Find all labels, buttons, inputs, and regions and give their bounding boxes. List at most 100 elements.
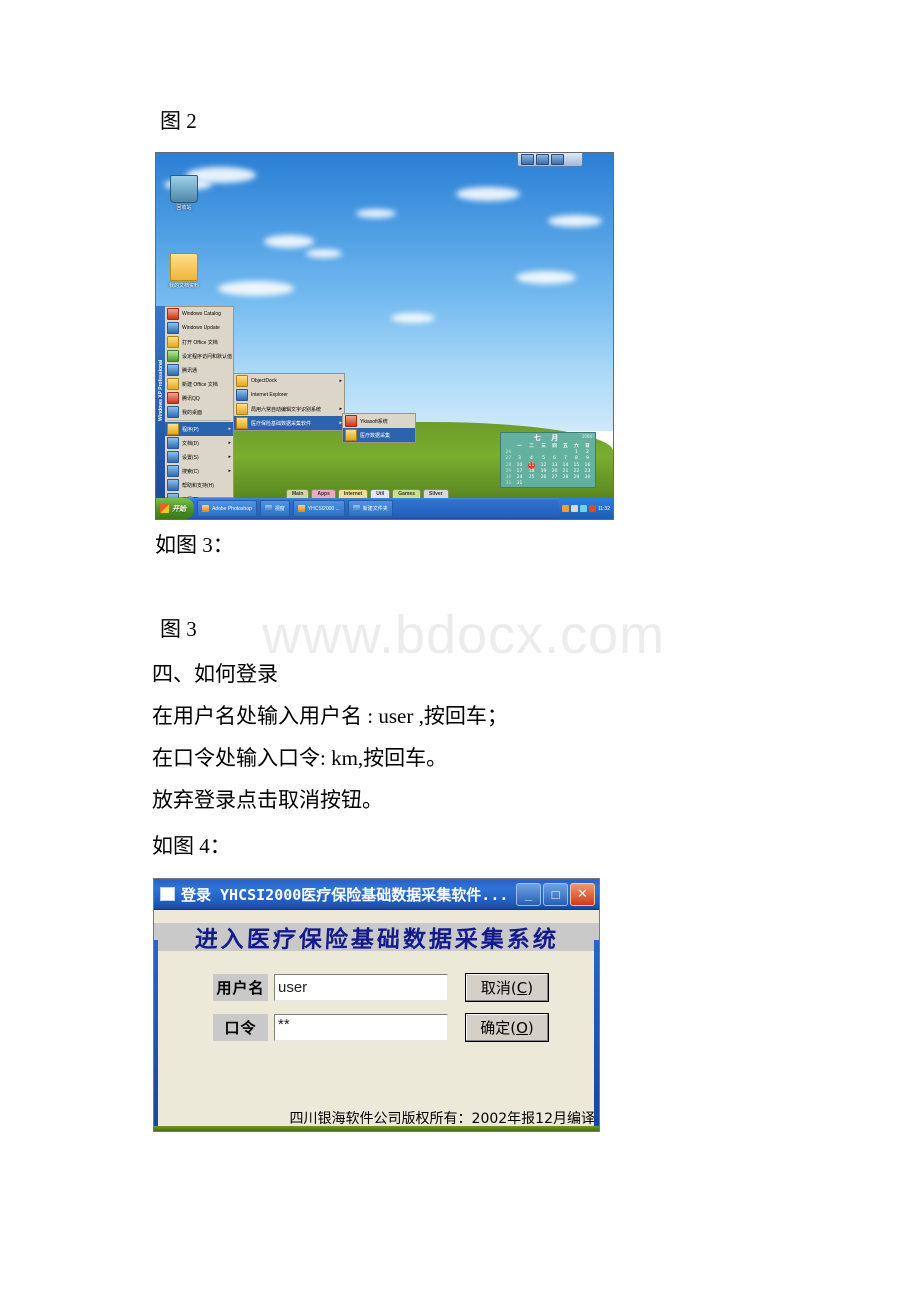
- menu-item-icon: [167, 322, 179, 334]
- start-menu-item-label: 腾讯通: [182, 367, 198, 374]
- password-input[interactable]: **: [274, 1014, 448, 1041]
- start-menu-item[interactable]: ObjectDock ▸: [234, 374, 344, 388]
- calendar-day-cell: 14: [562, 462, 569, 468]
- username-input[interactable]: user: [274, 974, 448, 1001]
- start-menu-item[interactable]: 文档(D) ▸: [165, 436, 233, 450]
- calendar-day-cell: [525, 481, 538, 487]
- toolbar-icon[interactable]: [536, 154, 549, 165]
- start-menu-item[interactable]: 腾讯QQ: [165, 391, 233, 405]
- confirm-button-label: 确定(: [480, 1019, 517, 1037]
- start-menu-item[interactable]: 新建 Office 文档: [165, 377, 233, 391]
- dialog-title-text: 登录 YHCSI2000医疗保险基础数据采集软件...: [181, 885, 509, 904]
- maximize-button[interactable]: □: [543, 882, 568, 906]
- cancel-button[interactable]: 取消(C): [465, 973, 549, 1002]
- minimize-button[interactable]: _: [516, 882, 541, 906]
- menu-item-icon: [167, 406, 179, 418]
- start-menu-item[interactable]: 腾讯通: [165, 363, 233, 377]
- calendar-day-cell: 16: [584, 462, 591, 468]
- cancel-button-tail: ): [527, 978, 534, 997]
- confirm-button[interactable]: 确定(O): [465, 1013, 549, 1042]
- desktop-icon-folder[interactable]: 我的文档资料: [162, 253, 206, 290]
- start-menu[interactable]: Windows XP Professional Windows Catalog W…: [156, 306, 234, 519]
- chevron-right-icon: ▸: [228, 454, 231, 460]
- start-menu-item[interactable]: 局用六常自动编辑文字识别系统 ▸: [234, 402, 344, 416]
- launcher-tab[interactable]: Games: [392, 489, 421, 498]
- menu-item-icon: [167, 451, 179, 463]
- start-menu-rail-label: Windows XP Professional: [158, 359, 164, 421]
- taskbar-clock[interactable]: 11:32: [598, 506, 610, 512]
- menu-item-icon: [167, 308, 179, 320]
- start-menu-item[interactable]: 打开 Office 文档: [165, 335, 233, 349]
- launcher-tab[interactable]: Internet: [337, 489, 369, 498]
- taskbar-button[interactable]: YHCSI2000 ...: [292, 500, 345, 517]
- calendar-today-marker: 11: [527, 462, 535, 469]
- taskbar: 开始 Adobe Photoshop 视窗 YHCSI2000 ... 新建文件夹 1…: [156, 498, 613, 519]
- calendar-week-row: 31 31: [503, 481, 593, 487]
- start-menu-item[interactable]: Windows Catalog: [165, 307, 233, 321]
- start-menu-item[interactable]: 程序(P) ▸: [165, 422, 233, 436]
- site-watermark: www.bdocx.com: [262, 605, 666, 665]
- system-tray[interactable]: 11:32: [558, 498, 613, 519]
- dialog-bottom-grass-strip: [154, 1126, 599, 1131]
- launcher-tab-strip[interactable]: Main Apps Internet Util Games Silver: [286, 489, 449, 498]
- start-menu-item[interactable]: Internet Explorer: [234, 388, 344, 402]
- launcher-tab[interactable]: Util: [370, 489, 391, 498]
- start-button[interactable]: 开始: [156, 498, 194, 519]
- start-menu-rail: Windows XP Professional: [156, 306, 165, 498]
- calendar-day-cell: [560, 481, 571, 487]
- start-button-label: 开始: [172, 505, 186, 513]
- dialog-title-bar[interactable]: 登录 YHCSI2000医疗保险基础数据采集软件... _ □ ✕: [154, 879, 599, 909]
- menu-item-icon: [167, 392, 179, 404]
- username-label: 用户名: [213, 974, 268, 1001]
- start-menu-item[interactable]: Windows Update: [165, 321, 233, 335]
- start-menu-item[interactable]: 医疗保险基础数据采集软件 ▸: [234, 416, 344, 430]
- toolbar-icon[interactable]: [551, 154, 564, 165]
- menu-item-icon: [167, 350, 179, 362]
- start-menu-item-label: 文档(D): [182, 440, 199, 447]
- start-menu-item[interactable]: 设置(S) ▸: [165, 450, 233, 464]
- start-menu-item[interactable]: 搜索(C) ▸: [165, 464, 233, 478]
- launcher-tab[interactable]: Main: [286, 489, 310, 498]
- cancel-button-accel: C: [516, 978, 528, 997]
- start-menu-item[interactable]: Ykiasoft系统: [343, 414, 415, 428]
- launcher-tab[interactable]: Apps: [311, 489, 336, 498]
- cloud-icon: [516, 271, 576, 284]
- start-submenu-collection-software[interactable]: Ykiasoft系统 医疗数据采集: [342, 413, 416, 443]
- desktop-icon-recycle-bin[interactable]: 回收站: [162, 175, 206, 212]
- calendar-day-cell: [549, 481, 560, 487]
- start-submenu-programs[interactable]: ObjectDock ▸ Internet Explorer 局用六常自动编辑文字识别…: [233, 373, 345, 431]
- password-label: 口令: [213, 1014, 268, 1041]
- calendar-gadget: 2004 七 月 一二三四五六日 26 1 2 27 3 4 5 6 7 8 9 28 10 11 12 13 1…: [500, 432, 596, 488]
- menu-item-icon: [236, 417, 248, 429]
- tray-icon[interactable]: [579, 505, 587, 512]
- taskbar-button-icon: [352, 505, 360, 512]
- step-cancel: 放弃登录点击取消按钮。: [152, 788, 383, 812]
- close-button[interactable]: ✕: [570, 882, 595, 906]
- launcher-tab[interactable]: Silver: [422, 489, 449, 498]
- fig3-caption: 图 3: [160, 617, 197, 641]
- start-menu-item[interactable]: 医疗数据采集: [343, 428, 415, 442]
- start-menu-item[interactable]: 帮助和支持(H): [165, 478, 233, 492]
- cloud-icon: [456, 187, 520, 201]
- menu-item-icon: [167, 479, 179, 491]
- calendar-day-cell: 31: [516, 481, 523, 486]
- tray-icon[interactable]: [588, 505, 596, 512]
- tray-icon[interactable]: [570, 505, 578, 512]
- windows-xp-desktop-screenshot: 回收站 我的文档资料 2004 七 月 一二三四五六日 26 1 2 27 3 4 5 6 7 8 9…: [155, 152, 614, 520]
- toolbar-icon[interactable]: [521, 154, 534, 165]
- start-menu-item-label: Windows Catalog: [182, 311, 221, 317]
- start-menu-item[interactable]: 设定程序访问和默认值: [165, 349, 233, 363]
- menu-item-icon: [345, 415, 357, 427]
- start-menu-item[interactable]: 我的桌面: [165, 405, 233, 419]
- floating-toolbar[interactable]: [517, 153, 583, 167]
- tray-icon[interactable]: [561, 505, 569, 512]
- chevron-right-icon: ▸: [228, 440, 231, 446]
- taskbar-button[interactable]: 新建文件夹: [347, 500, 393, 517]
- recycle-bin-icon: [170, 175, 198, 203]
- step-username: 在用户名处输入用户名 : user ,按回车；: [152, 704, 508, 728]
- dialog-banner-text: 进入医疗保险基础数据采集系统: [193, 927, 560, 953]
- taskbar-button[interactable]: 视窗: [259, 500, 290, 517]
- desktop-icon-label: 回收站: [176, 205, 192, 211]
- taskbar-button[interactable]: Adobe Photoshop: [197, 500, 257, 517]
- dialog-right-edge: [594, 940, 599, 1131]
